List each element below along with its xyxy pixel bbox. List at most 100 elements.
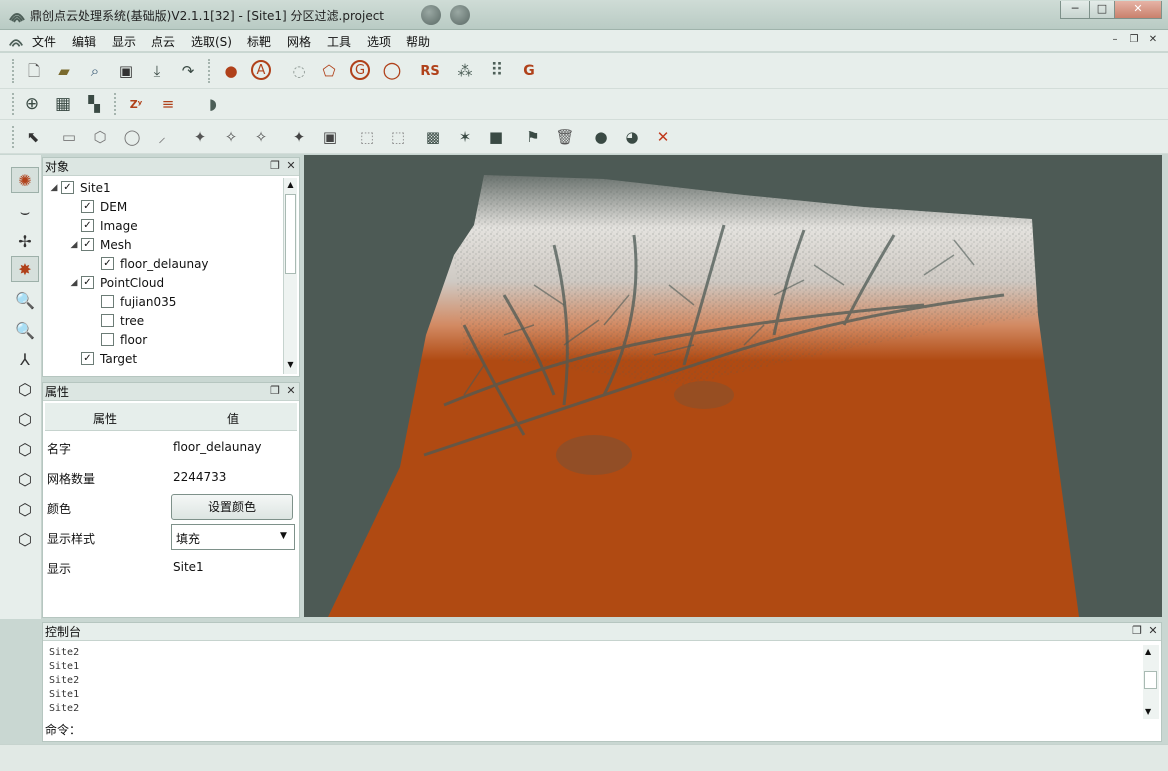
objects-float-icon[interactable]: ❐: [269, 160, 281, 172]
expand-triangle-icon[interactable]: ◢: [67, 240, 81, 250]
axis-icon[interactable]: ⅄: [11, 346, 39, 372]
menu-help[interactable]: 帮助: [406, 33, 430, 50]
display-style-select[interactable]: 填充 ▼: [171, 524, 295, 550]
toolbar-grip[interactable]: [12, 59, 15, 83]
scroll-up-icon[interactable]: ▲: [285, 180, 296, 192]
star-sub-icon[interactable]: ✧: [250, 126, 272, 148]
visibility-checkbox[interactable]: ✓: [101, 257, 114, 270]
minimize-window-button[interactable]: ─: [1060, 1, 1090, 19]
scroll-thumb[interactable]: [1144, 671, 1157, 689]
scroll-up-icon[interactable]: ▲: [1145, 647, 1151, 656]
search-file-icon[interactable]: ⌕: [84, 60, 106, 82]
polygon-icon[interactable]: ⬠: [318, 60, 340, 82]
star-box-icon[interactable]: ▩: [422, 126, 444, 148]
menu-edit[interactable]: 编辑: [72, 33, 96, 50]
objects-close-icon[interactable]: ✕: [285, 160, 297, 172]
view-cube-front-icon[interactable]: ⬡: [11, 406, 39, 432]
rect-select-icon[interactable]: ▭: [58, 126, 80, 148]
circle-g-icon[interactable]: G: [350, 60, 370, 80]
tree-item[interactable]: ◢ ✓ Mesh: [47, 235, 283, 254]
circle-o-icon[interactable]: ○: [381, 60, 403, 82]
visibility-checkbox[interactable]: ✓: [81, 352, 94, 365]
terrain-mesh-render[interactable]: [304, 155, 1162, 617]
circle-g2-icon[interactable]: G: [518, 60, 540, 82]
visibility-checkbox[interactable]: ✓: [61, 181, 74, 194]
mesh-shape-icon[interactable]: ◗: [202, 93, 224, 115]
poly-select-icon[interactable]: ⬡: [89, 126, 111, 148]
tree-item[interactable]: ✓ DEM: [47, 197, 283, 216]
scroll-thumb[interactable]: [285, 194, 296, 274]
circle-a-icon[interactable]: A: [251, 60, 271, 80]
set-color-button[interactable]: 设置颜色: [171, 494, 293, 520]
select-pointer-icon[interactable]: ⬉: [22, 126, 44, 148]
console-scrollbar[interactable]: ▲ ▼: [1143, 645, 1159, 719]
visibility-checkbox[interactable]: [101, 333, 114, 346]
tree-item[interactable]: ◢ ✓ Site1: [47, 178, 283, 197]
circle-select-icon[interactable]: ◯: [121, 126, 143, 148]
expand-triangle-icon[interactable]: ◢: [47, 183, 61, 193]
app-menu-icon[interactable]: [8, 33, 24, 49]
import-icon[interactable]: ↷: [177, 60, 199, 82]
zoom-in-icon[interactable]: 🔍: [11, 287, 39, 313]
visibility-checkbox[interactable]: ✓: [81, 276, 94, 289]
export-icon[interactable]: ⤓: [146, 60, 168, 82]
pan-icon[interactable]: ✢: [11, 228, 39, 254]
pick-point-icon[interactable]: ✺: [11, 167, 39, 193]
box-outline-icon[interactable]: ⬚: [387, 126, 409, 148]
console-float-icon[interactable]: ❐: [1131, 625, 1143, 637]
tree-item[interactable]: ✓ Image: [47, 216, 283, 235]
grid-icon[interactable]: ▦: [52, 93, 74, 115]
mdi-minimize-button[interactable]: –: [1108, 33, 1122, 47]
box-select-icon[interactable]: ▣: [319, 126, 341, 148]
menu-target[interactable]: 标靶: [247, 33, 271, 50]
view-cube-top-icon[interactable]: ⬡: [11, 376, 39, 402]
view-cube-right-icon[interactable]: ⬡: [11, 466, 39, 492]
dots-ring-icon[interactable]: ◌: [288, 60, 310, 82]
tree-item[interactable]: floor: [47, 330, 283, 349]
pin-star-icon[interactable]: ✶: [454, 126, 476, 148]
curve-icon[interactable]: ⌣: [11, 199, 39, 225]
tree-item[interactable]: fujian035: [47, 292, 283, 311]
scroll-down-icon[interactable]: ▼: [1145, 707, 1151, 716]
toolbar-grip[interactable]: [114, 93, 117, 115]
menu-tools[interactable]: 工具: [327, 33, 351, 50]
menu-display[interactable]: 显示: [112, 33, 136, 50]
level-icon[interactable]: ≡: [157, 93, 179, 115]
maximize-window-button[interactable]: □: [1089, 1, 1115, 19]
new-file-icon[interactable]: 🗋: [23, 60, 45, 82]
toolbar-grip[interactable]: [12, 93, 15, 115]
save-icon[interactable]: ▣: [115, 60, 137, 82]
menu-point-cloud[interactable]: 点云: [151, 33, 175, 50]
command-input[interactable]: [83, 720, 1143, 738]
tree-item[interactable]: tree: [47, 311, 283, 330]
visibility-checkbox[interactable]: ✓: [81, 200, 94, 213]
chart-icon[interactable]: ▚: [83, 93, 105, 115]
star-add-icon[interactable]: ✧: [220, 126, 242, 148]
point-cloud-icon[interactable]: ●: [220, 60, 242, 82]
visibility-checkbox[interactable]: ✓: [81, 219, 94, 232]
tree-item[interactable]: ✓ Target: [47, 349, 283, 368]
rs-icon[interactable]: RS: [416, 60, 444, 82]
visibility-checkbox[interactable]: [101, 314, 114, 327]
scatter-icon[interactable]: ⁂: [454, 60, 476, 82]
grid-dots-icon[interactable]: ⠿: [486, 60, 508, 82]
axes-xyz-icon[interactable]: Zʸ: [125, 93, 147, 115]
properties-float-icon[interactable]: ❐: [269, 385, 281, 397]
ball-star-icon[interactable]: ◕: [621, 126, 643, 148]
box-icon[interactable]: ⬚: [356, 126, 378, 148]
properties-close-icon[interactable]: ✕: [285, 385, 297, 397]
view-cube-back-icon[interactable]: ⬡: [11, 496, 39, 522]
visibility-checkbox[interactable]: [101, 295, 114, 308]
console-close-icon[interactable]: ✕: [1147, 625, 1159, 637]
toolbar-grip[interactable]: [12, 126, 15, 148]
visibility-checkbox[interactable]: ✓: [81, 238, 94, 251]
expand-triangle-icon[interactable]: ◢: [67, 278, 81, 288]
zoom-out-icon[interactable]: 🔍: [11, 317, 39, 343]
3d-viewport[interactable]: [304, 155, 1162, 617]
trash-icon[interactable]: 🗑: [554, 126, 576, 148]
menu-file[interactable]: 文件: [32, 33, 56, 50]
mdi-restore-button[interactable]: ❐: [1127, 33, 1141, 47]
tree-item[interactable]: ◢ ✓ PointCloud: [47, 273, 283, 292]
star-select-icon[interactable]: ✦: [189, 126, 211, 148]
view-cube-left-icon[interactable]: ⬡: [11, 436, 39, 462]
